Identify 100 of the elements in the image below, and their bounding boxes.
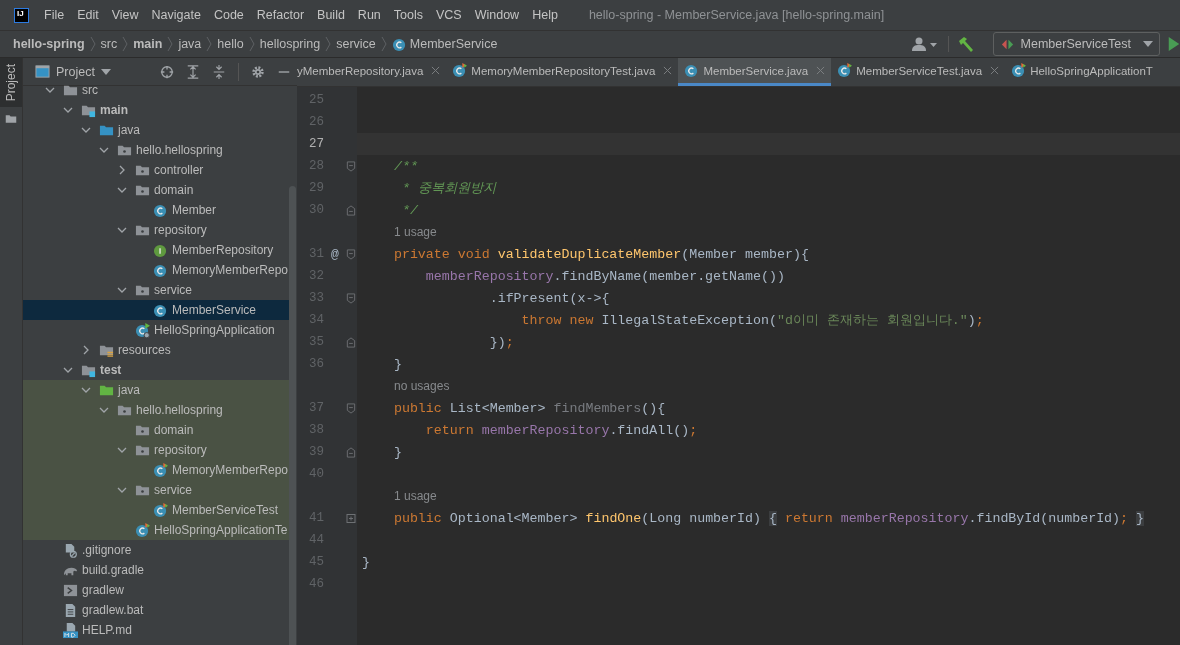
close-icon[interactable] [990, 66, 1000, 75]
tree-item[interactable]: build.gradle [23, 560, 289, 580]
user-caret-icon[interactable] [911, 36, 940, 52]
test-class-icon [837, 63, 853, 78]
menu-item[interactable]: Refactor [256, 8, 305, 22]
editor-tab[interactable]: MemoryMemberRepositoryTest.java [446, 58, 679, 86]
usage-hint[interactable]: 1 usage [394, 489, 437, 503]
menu-item[interactable]: Run [357, 8, 381, 22]
class-icon [391, 36, 407, 52]
unfold-icon[interactable] [346, 512, 356, 524]
tree-item[interactable]: java [23, 380, 289, 400]
breadcrumb[interactable]: hellospring [259, 37, 321, 51]
locate-icon[interactable] [160, 64, 174, 79]
breadcrumb[interactable]: src [100, 37, 118, 51]
tree-item[interactable]: service [23, 280, 289, 300]
breadcrumb[interactable]: service [336, 37, 376, 51]
menu-item[interactable]: Code [213, 8, 244, 22]
tree-item[interactable]: domain [23, 420, 289, 440]
fold-end-icon[interactable] [346, 204, 356, 216]
tree-item[interactable]: src [23, 80, 289, 100]
settings-icon[interactable] [251, 64, 265, 79]
close-icon[interactable] [663, 66, 673, 75]
menu-item[interactable]: Build [317, 8, 345, 22]
test-class-icon [452, 63, 468, 78]
tree-item[interactable]: MemberService [23, 300, 289, 320]
editor-tab[interactable]: yMemberRepository.java [297, 58, 447, 86]
expand-all-icon[interactable] [186, 64, 200, 79]
class-icon [153, 202, 168, 218]
code-line: private void validateDuplicateMember(Member member){ [392, 246, 809, 262]
tree-item[interactable]: HelloSpringApplication [23, 320, 289, 340]
tree-item[interactable]: HelloSpringApplicationTe [23, 520, 289, 540]
menu-item[interactable]: File [44, 8, 65, 22]
tree-item[interactable]: .gitignore [23, 540, 289, 560]
fold-icon[interactable] [346, 248, 356, 260]
fold-icon[interactable] [346, 160, 356, 172]
class-icon [684, 63, 700, 78]
tree-item[interactable]: gradlew [23, 580, 289, 600]
tree-item[interactable]: resources [23, 340, 289, 360]
tree-item[interactable]: HELP.md [23, 620, 289, 640]
separator-icon [325, 36, 332, 52]
editor-tab[interactable]: MemberServiceTest.java [831, 58, 1006, 86]
editor-tab[interactable]: HelloSpringApplicationT [1005, 58, 1159, 86]
collapse-all-icon[interactable] [212, 64, 226, 79]
hammer-icon[interactable] [947, 36, 975, 52]
tree-item[interactable]: MemoryMemberRepo [23, 260, 289, 280]
fold-end-icon[interactable] [346, 446, 356, 458]
tree-item[interactable]: gradlew.bat [23, 600, 289, 620]
tree-item[interactable]: test [23, 360, 289, 380]
editor-tab[interactable]: MemberService.java [678, 58, 832, 86]
menu-item[interactable]: Help [532, 8, 558, 22]
window-icon [35, 64, 50, 79]
breadcrumb[interactable]: main [133, 37, 163, 51]
menu-item[interactable]: VCS [436, 8, 462, 22]
tree-item[interactable]: service [23, 480, 289, 500]
menu-item[interactable]: Tools [393, 8, 423, 22]
tree-item[interactable]: repository [23, 440, 289, 460]
code-line: public Optional<Member> findOne(Long numberId) { return memberRepository.findById(numberId); } [392, 510, 1145, 526]
close-icon[interactable] [431, 66, 441, 75]
tree-item[interactable]: domain [23, 180, 289, 200]
menu-item[interactable]: Navigate [151, 8, 201, 22]
code-line: } [392, 356, 402, 372]
code-line: } [392, 444, 402, 460]
tree-item[interactable]: hello.hellospring [23, 400, 289, 420]
breadcrumb[interactable]: MemberService [391, 36, 498, 52]
breadcrumb[interactable]: java [178, 37, 202, 51]
breadcrumb[interactable]: hello-spring [13, 37, 85, 51]
code-line: memberRepository.findByName(member.getName()) [424, 268, 785, 284]
tree-item[interactable]: Member [23, 200, 289, 220]
tree-item[interactable]: repository [23, 220, 289, 240]
menu-item[interactable]: Edit [77, 8, 99, 22]
tree-item[interactable]: java [23, 120, 289, 140]
close-icon[interactable] [816, 66, 826, 75]
tree-item[interactable]: hello.hellospring [23, 140, 289, 160]
tree-item[interactable]: MemoryMemberRepo [23, 460, 289, 480]
menu-item[interactable]: Window [474, 8, 520, 22]
usage-hint[interactable]: 1 usage [394, 225, 437, 239]
fold-end-icon[interactable] [346, 336, 356, 348]
interface-icon [153, 242, 168, 258]
breadcrumb[interactable]: hello [217, 37, 244, 51]
tool-window-tab[interactable]: Project [0, 58, 22, 108]
panel-title[interactable]: Project [56, 64, 95, 79]
override-marker[interactable]: @ [331, 246, 339, 262]
tree-item[interactable]: controller [23, 160, 289, 180]
code-line: return memberRepository.findAll(); [424, 422, 698, 438]
fold-icon[interactable] [346, 402, 356, 414]
tree-item[interactable]: main [23, 100, 289, 120]
tree-item[interactable]: MemberRepository [23, 240, 289, 260]
folder-icon[interactable] [5, 113, 17, 126]
separator-icon [380, 36, 387, 52]
run-icon[interactable] [1168, 37, 1180, 51]
code-line: .ifPresent(x->{ [488, 290, 610, 306]
tree-item[interactable]: MemberServiceTest [23, 500, 289, 520]
fold-icon[interactable] [346, 292, 356, 304]
caret-icon[interactable] [100, 68, 111, 75]
usage-hint[interactable]: no usages [394, 379, 450, 393]
run-configuration-dropdown[interactable]: MemberServiceTest [992, 32, 1160, 56]
code-line: throw new IllegalStateException("d이미 존재하는 회원입니다."); [520, 312, 984, 329]
code-line: */ [400, 202, 418, 218]
scrollbar-thumb[interactable] [289, 186, 296, 645]
menu-item[interactable]: View [111, 8, 139, 22]
